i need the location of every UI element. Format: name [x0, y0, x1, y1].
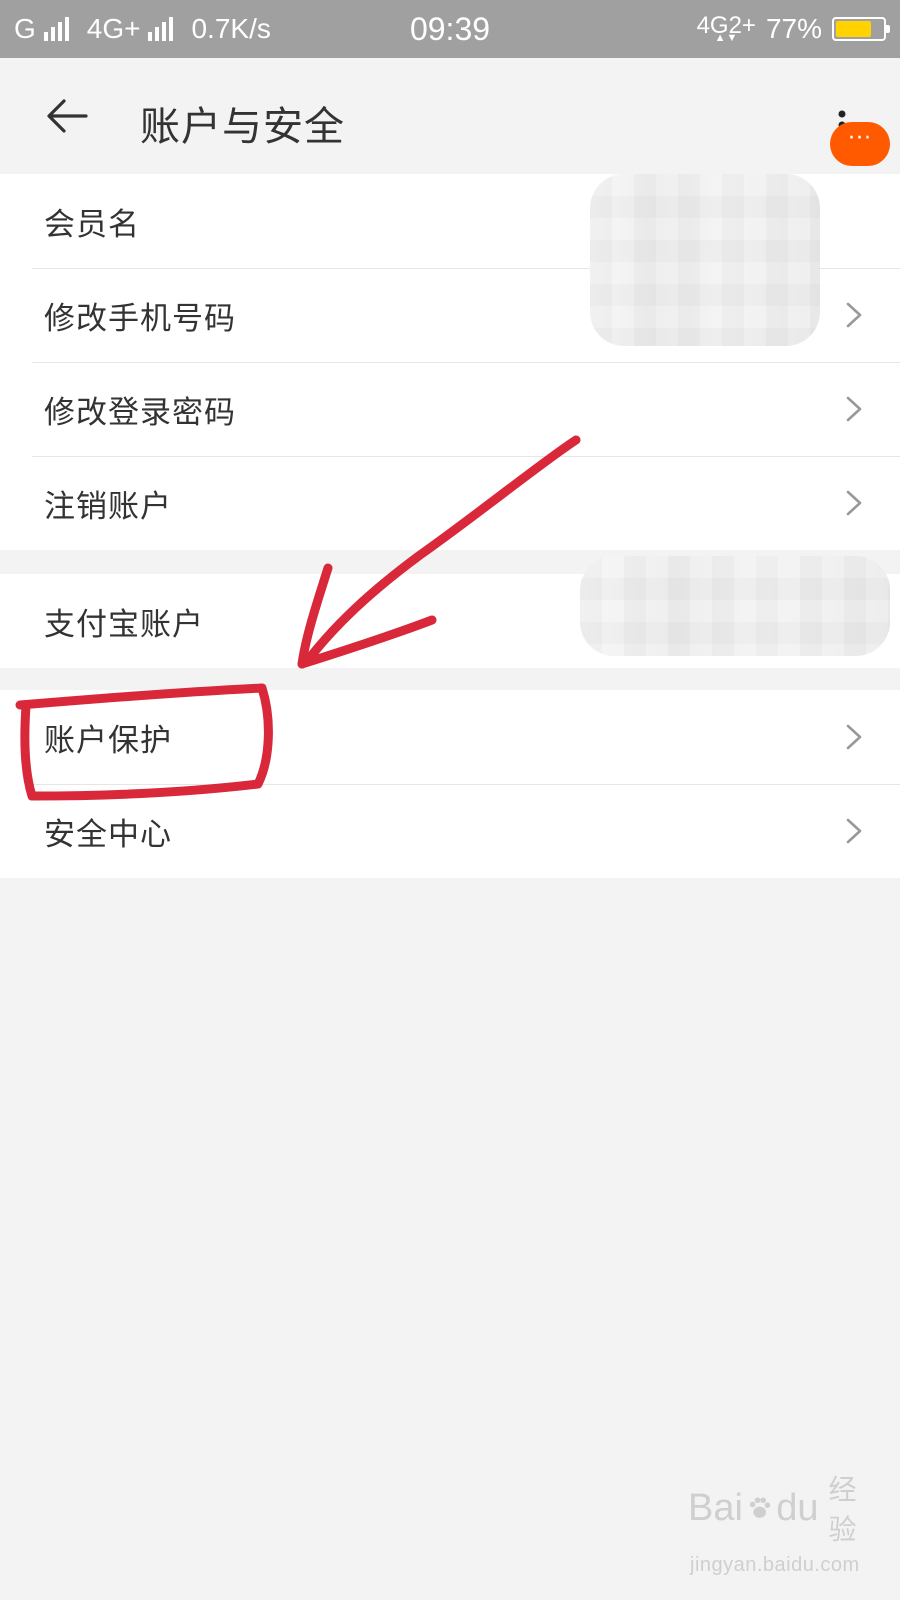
- battery-icon: [832, 17, 890, 41]
- list-item-account-protection[interactable]: 账户保护: [0, 690, 900, 784]
- header: 账户与安全 ···: [0, 58, 900, 174]
- battery-fill: [836, 21, 872, 37]
- row-label: 修改手机号码: [44, 300, 236, 337]
- watermark: Bai du 经验 jingyan.baidu.com: [688, 1468, 868, 1576]
- list-item-cancel-account[interactable]: 注销账户: [0, 456, 900, 550]
- network-type: 4G2+ ▲▼: [697, 14, 756, 45]
- alipay-group: 支付宝账户: [0, 556, 900, 668]
- status-bar: G 4G+ 0.7K/s 09:39 4G2+ ▲▼ 77%: [0, 0, 900, 58]
- chevron-right-icon: [846, 302, 862, 328]
- row-label: 支付宝账户: [44, 606, 204, 643]
- security-group: 账户保护 安全中心: [0, 690, 900, 878]
- row-label: 会员名: [44, 206, 140, 243]
- row-label: 安全中心: [44, 816, 172, 853]
- watermark-brand-right: du: [776, 1486, 819, 1529]
- arrow-left-icon: [47, 99, 88, 133]
- chevron-right-icon: [846, 818, 862, 844]
- account-group: 会员名 0 修改手机号码 修改登录密码 注销账户: [0, 174, 900, 550]
- list-item-security-center[interactable]: 安全中心: [0, 784, 900, 878]
- page-title: 账户与安全: [140, 104, 345, 150]
- row-label: 修改登录密码: [44, 394, 236, 431]
- privacy-blur: [580, 556, 890, 656]
- status-right: 4G2+ ▲▼ 77%: [697, 13, 890, 45]
- back-button[interactable]: [40, 88, 96, 144]
- row-label: 账户保护: [44, 722, 172, 759]
- battery-percent: 77%: [765, 13, 822, 44]
- chevron-right-icon: [846, 724, 862, 750]
- paw-icon: [749, 1497, 771, 1518]
- chevron-right-icon: [846, 396, 862, 422]
- chevron-right-icon: [846, 490, 862, 516]
- privacy-blur: [590, 174, 820, 346]
- watermark-logo: Bai du 经验: [688, 1468, 868, 1548]
- data-activity-icon: ▲▼: [714, 32, 739, 44]
- watermark-brand-cn: 经验: [828, 1474, 857, 1545]
- watermark-brand-left: Bai: [688, 1486, 743, 1529]
- list-item-change-password[interactable]: 修改登录密码: [0, 362, 900, 456]
- message-badge[interactable]: ···: [830, 122, 890, 166]
- row-label: 注销账户: [44, 488, 172, 525]
- watermark-url: jingyan.baidu.com: [690, 1554, 860, 1576]
